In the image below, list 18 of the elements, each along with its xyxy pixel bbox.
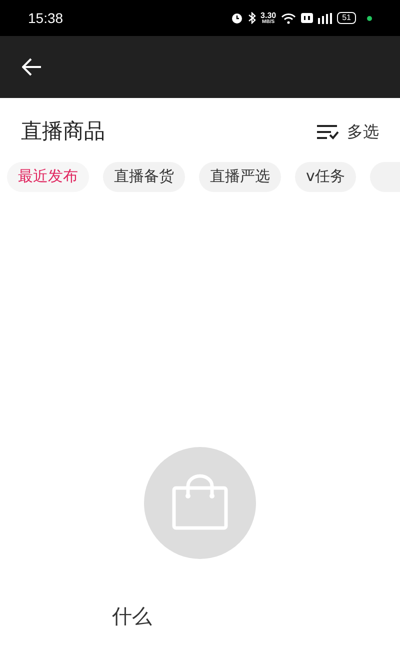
category-tab[interactable]: 直播严选 (199, 162, 281, 192)
multi-select-button[interactable]: 多选 (317, 120, 379, 144)
status-dot-icon (367, 16, 372, 20)
clock-time: 15:38 (28, 8, 64, 28)
battery-indicator: 51 (337, 12, 356, 24)
wifi-icon (281, 12, 296, 24)
alarm-icon (230, 12, 243, 24)
category-tab[interactable]: 直播备货 (103, 162, 185, 192)
empty-message: 什么 (112, 602, 152, 630)
list-check-icon (317, 124, 339, 140)
category-tab[interactable]: 最近发布 (7, 162, 89, 192)
network-speed: 3.30 (260, 12, 276, 20)
back-arrow-icon (22, 58, 42, 76)
signal-icon (318, 12, 332, 24)
page-title: 直播商品 (21, 118, 105, 145)
category-tab[interactable]: v任务 (295, 162, 356, 192)
shopping-bag-icon (171, 474, 229, 532)
bluetooth-icon (248, 12, 256, 24)
